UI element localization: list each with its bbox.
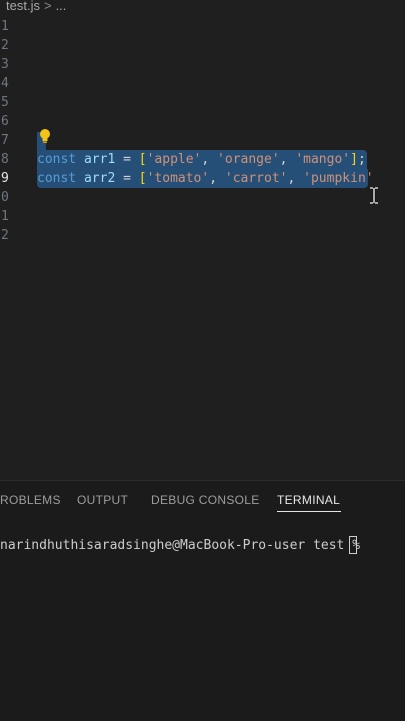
punctuation: ; xyxy=(357,152,366,167)
line-number: 3 xyxy=(1,57,9,72)
terminal-prompt[interactable]: narindhuthisaradsinghe@MacBook-Pro-user … xyxy=(0,537,368,555)
keyword: const xyxy=(37,171,77,186)
line-number: 6 xyxy=(1,114,9,129)
bracket: [ xyxy=(138,152,147,167)
line-number: 1 xyxy=(1,19,9,34)
line-number-active: 9 xyxy=(1,171,9,186)
string: 'carrot' xyxy=(224,171,288,186)
tab-output[interactable]: OUTPUT xyxy=(77,493,128,507)
punctuation: , xyxy=(287,171,296,186)
operator: = xyxy=(123,152,131,167)
keyword: const xyxy=(37,152,77,167)
line-number: 7 xyxy=(1,133,9,148)
variable: arr2 xyxy=(83,171,116,186)
line-number: 2 xyxy=(1,38,9,53)
string: 'tomato' xyxy=(146,171,210,186)
string: 'orange' xyxy=(217,152,280,167)
breadcrumb-file[interactable]: test.js xyxy=(6,0,40,13)
active-tab-indicator xyxy=(277,511,341,512)
string: 'mango' xyxy=(295,152,351,167)
text-cursor-icon xyxy=(369,186,379,205)
punctuation: , xyxy=(209,171,218,186)
operator: = xyxy=(123,171,131,186)
terminal-cursor xyxy=(349,536,357,554)
panel-tabs: ROBLEMS OUTPUT DEBUG CONSOLE TERMINAL xyxy=(0,481,405,517)
line-number: 0 xyxy=(1,190,9,205)
lightbulb-icon[interactable] xyxy=(38,128,52,144)
bottom-panel: ROBLEMS OUTPUT DEBUG CONSOLE TERMINAL na… xyxy=(0,480,405,721)
breadcrumb-separator: > xyxy=(43,0,52,13)
bracket: ] xyxy=(350,152,358,167)
tab-problems[interactable]: ROBLEMS xyxy=(0,493,61,507)
line-number: 4 xyxy=(1,76,9,91)
breadcrumb[interactable]: test.js >... xyxy=(0,0,405,14)
line-number: 1 xyxy=(1,209,9,224)
breadcrumb-more[interactable]: ... xyxy=(56,0,67,13)
line-number: 5 xyxy=(1,95,9,110)
bracket: [ xyxy=(138,171,147,186)
line-number: 8 xyxy=(1,152,9,167)
line-number: 2 xyxy=(1,228,9,243)
tab-terminal[interactable]: TERMINAL xyxy=(277,493,340,507)
code-editor[interactable]: 1 2 3 4 5 6 7 8 9 0 1 2 const arr1 = ['a… xyxy=(0,16,405,486)
string: 'apple' xyxy=(146,152,202,167)
punctuation: , xyxy=(279,152,288,167)
code-line-8[interactable]: const arr1 = ['apple', 'orange', 'mango'… xyxy=(37,150,366,169)
code-line-9[interactable]: const arr2 = ['tomato', 'carrot', 'pumpk… xyxy=(37,169,374,188)
variable: arr1 xyxy=(83,152,116,167)
tab-debug-console[interactable]: DEBUG CONSOLE xyxy=(151,493,260,507)
string: 'pumpkin' xyxy=(303,171,374,186)
punctuation: , xyxy=(201,152,210,167)
